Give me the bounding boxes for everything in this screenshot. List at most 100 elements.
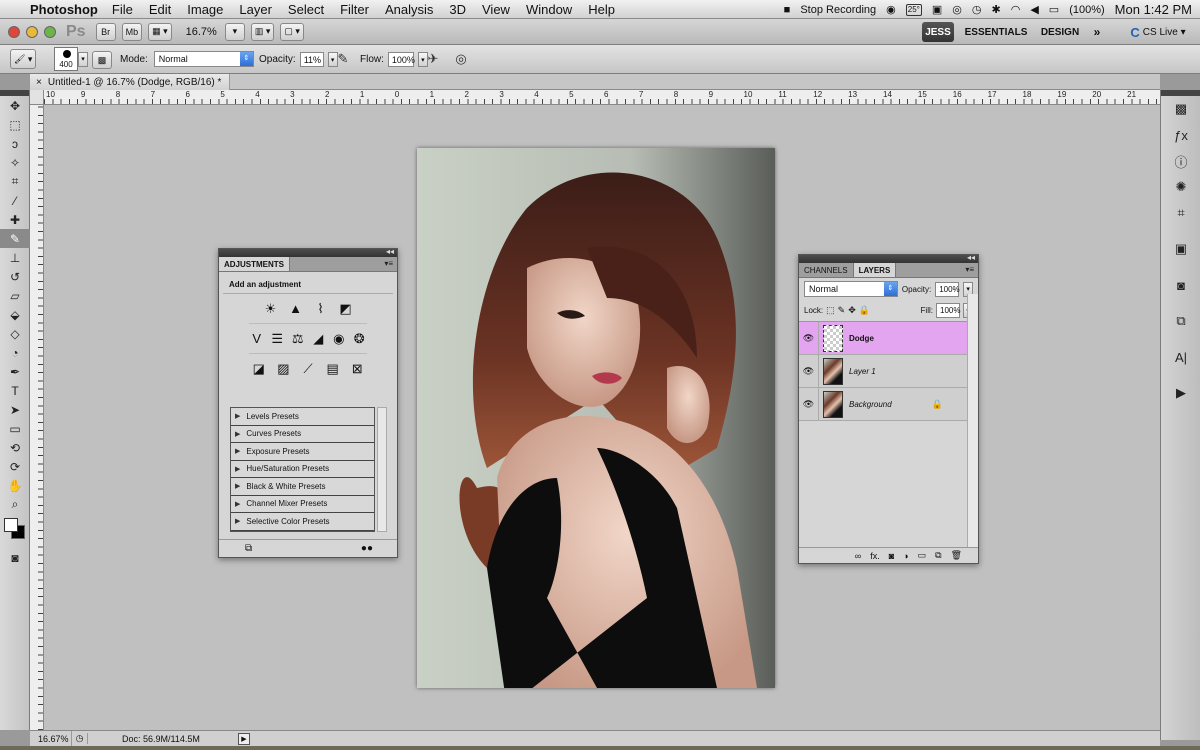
document-tab[interactable]: × Untitled-1 @ 16.7% (Dodge, RGB/16) * bbox=[30, 74, 231, 90]
list-item[interactable]: ▶ Hue/Saturation Presets bbox=[231, 460, 374, 478]
status-menu-arrow-icon[interactable]: ▶ bbox=[238, 732, 250, 745]
brush-tool-preset-icon[interactable]: 🖌 ▾ bbox=[10, 49, 37, 69]
horizontal-ruler[interactable]: 10 9 8 7 6 5 4 3 2 1 0 1 2 3 4 5 6 7 8 9 10 11 12 13 14 15 16 17 18 1… bbox=[44, 90, 1160, 105]
lasso-tool-icon[interactable]: ↄ bbox=[0, 134, 30, 153]
masks-panel-icon[interactable]: ◙ bbox=[1161, 272, 1200, 298]
zoom-field[interactable]: 16.67% bbox=[30, 730, 72, 747]
list-item[interactable]: ▶ Exposure Presets bbox=[231, 443, 374, 461]
mini-bridge-panel-icon[interactable]: ▣ bbox=[1161, 236, 1200, 262]
adjustments-panel-icon[interactable]: ✺ bbox=[1161, 174, 1200, 200]
brightness-contrast-icon[interactable]: ☀ bbox=[261, 300, 281, 318]
volume-icon[interactable]: ◀ bbox=[1030, 3, 1038, 16]
dodge-tool-icon[interactable]: ◔ bbox=[0, 343, 30, 362]
minimize-window-button[interactable] bbox=[26, 25, 38, 38]
layers-panel-titlebar[interactable]: ◂◂ bbox=[799, 253, 978, 263]
new-adjustment-layer-icon[interactable]: ◑ bbox=[903, 551, 908, 561]
brush-panel-toggle[interactable]: ▩ bbox=[92, 51, 118, 69]
new-group-icon[interactable]: ▭ bbox=[918, 550, 927, 561]
view-extras-button[interactable]: ▦ ▾ bbox=[148, 22, 172, 41]
stop-recording-label[interactable]: Stop Recording bbox=[800, 4, 876, 16]
menu-select[interactable]: Select bbox=[288, 2, 324, 17]
selective-color-icon[interactable]: ⊠ bbox=[347, 360, 367, 378]
posterize-icon[interactable]: ▨ bbox=[274, 360, 294, 378]
panel-menu-icon[interactable]: ▾≡ bbox=[384, 259, 393, 268]
levels-icon[interactable]: ▲ bbox=[286, 300, 306, 318]
layer-row-background[interactable]: 👁 Background 🔒 bbox=[799, 387, 967, 421]
tab-layers[interactable]: LAYERS bbox=[852, 263, 897, 277]
menu-file[interactable]: File bbox=[112, 2, 133, 17]
airbrush-icon[interactable]: ✈ bbox=[424, 50, 442, 68]
paint-bucket-tool-icon[interactable]: ⬙ bbox=[0, 305, 30, 324]
document-photo[interactable] bbox=[417, 148, 775, 688]
menu-app-name[interactable]: Photoshop bbox=[30, 2, 98, 17]
color-balance-icon[interactable]: ⚖ bbox=[290, 330, 306, 348]
visibility-eye-icon[interactable]: 👁 bbox=[799, 387, 819, 421]
visibility-toggle-icon[interactable]: ●● bbox=[361, 543, 373, 554]
mini-bridge-button[interactable]: Mb bbox=[121, 22, 143, 41]
menu-help[interactable]: Help bbox=[588, 2, 615, 17]
adjustments-panel-titlebar[interactable]: ◂◂ bbox=[219, 247, 397, 257]
lock-transparent-icon[interactable]: ⬚ bbox=[826, 305, 835, 316]
transform-panel-icon[interactable]: ⌗ bbox=[1161, 200, 1200, 226]
workspace-essentials-button[interactable]: ESSENTIALS bbox=[965, 22, 1028, 42]
hue-saturation-icon[interactable]: ☰ bbox=[270, 330, 286, 348]
invert-icon[interactable]: ◪ bbox=[249, 360, 269, 378]
delete-layer-icon[interactable]: 🗑 bbox=[951, 550, 962, 561]
opacity-pressure-toggle[interactable]: ✎ bbox=[334, 50, 352, 68]
3d-rotate-tool-icon[interactable]: ⟲ bbox=[0, 438, 30, 457]
screen-mode-button[interactable]: ▢ ▾ bbox=[280, 22, 304, 41]
vertical-ruler[interactable] bbox=[30, 105, 44, 730]
eyedropper-tool-icon[interactable]: ⁄ bbox=[0, 191, 30, 210]
marquee-tool-icon[interactable]: ⬚ bbox=[0, 115, 30, 134]
collapse-panel-icon[interactable]: ◂◂ bbox=[386, 247, 394, 256]
history-brush-tool-icon[interactable]: ↺ bbox=[0, 267, 30, 286]
lock-position-icon[interactable]: ✥ bbox=[848, 305, 856, 316]
layer-style-button[interactable]: fx. bbox=[870, 551, 880, 561]
clone-stamp-tool-icon[interactable]: ⊥ bbox=[0, 248, 30, 267]
bridge-button[interactable]: Br bbox=[95, 22, 116, 41]
opacity-input[interactable]: 11% bbox=[299, 52, 324, 67]
layer-row-dodge[interactable]: 👁 Dodge bbox=[799, 321, 967, 355]
menu-edit[interactable]: Edit bbox=[149, 2, 171, 17]
close-window-button[interactable] bbox=[8, 25, 20, 38]
vibrance-icon[interactable]: V bbox=[249, 330, 265, 348]
wifi-icon[interactable]: ◠ bbox=[1011, 3, 1021, 16]
fill-input[interactable]: 100% bbox=[936, 303, 960, 318]
lock-image-icon[interactable]: ✎ bbox=[838, 305, 846, 316]
type-tool-icon[interactable]: T bbox=[0, 381, 30, 400]
bluetooth-icon[interactable]: ✱ bbox=[992, 3, 1001, 16]
menu-window[interactable]: Window bbox=[526, 2, 572, 17]
collapse-panel-icon[interactable]: ◂◂ bbox=[967, 253, 975, 262]
hand-tool-icon[interactable]: ✋ bbox=[0, 476, 30, 495]
panel-menu-icon[interactable]: ▾≡ bbox=[965, 265, 974, 274]
curves-icon[interactable]: ⌇ bbox=[311, 300, 331, 318]
list-item[interactable]: ▶ Curves Presets bbox=[231, 425, 374, 443]
menu-filter[interactable]: Filter bbox=[340, 2, 369, 17]
3d-orbit-tool-icon[interactable]: ⟳ bbox=[0, 457, 30, 476]
tab-channels[interactable]: CHANNELS bbox=[799, 263, 853, 277]
list-item[interactable]: ▶ Selective Color Presets bbox=[231, 513, 374, 531]
add-mask-icon[interactable]: ◙ bbox=[889, 551, 894, 561]
mode-select[interactable]: Normal ⇕ bbox=[153, 51, 254, 67]
rectangle-tool-icon[interactable]: ▭ bbox=[0, 419, 30, 438]
black-white-icon[interactable]: ◢ bbox=[311, 330, 327, 348]
airbrush-toggle[interactable]: ✈ bbox=[424, 50, 442, 68]
eraser-tool-icon[interactable]: ▱ bbox=[0, 286, 30, 305]
path-selection-tool-icon[interactable]: ➤ bbox=[0, 400, 30, 419]
cs-live-button[interactable]: C CS Live ▾ bbox=[1122, 22, 1194, 42]
threshold-icon[interactable]: ⟋ bbox=[298, 360, 318, 378]
tab-adjustments[interactable]: ADJUSTMENTS bbox=[219, 257, 291, 271]
menu-layer[interactable]: Layer bbox=[239, 2, 272, 17]
brush-panel-toggle-icon[interactable]: ▩ bbox=[92, 51, 112, 69]
blur-tool-icon[interactable]: ◇ bbox=[0, 324, 30, 343]
gradient-map-icon[interactable]: ▤ bbox=[323, 360, 343, 378]
zoom-level-dropdown[interactable]: 16.7% bbox=[186, 26, 217, 38]
list-item[interactable]: ▶ Levels Presets bbox=[231, 408, 374, 426]
blend-mode-select[interactable]: Normal ⇕ bbox=[804, 281, 898, 297]
move-tool-icon[interactable]: ✥ bbox=[0, 96, 30, 115]
zoom-window-button[interactable] bbox=[44, 25, 56, 38]
layer-row-layer-1[interactable]: 👁 Layer 1 bbox=[799, 354, 967, 388]
visibility-eye-icon[interactable]: 👁 bbox=[799, 354, 819, 388]
link-layers-icon[interactable]: ∞ bbox=[855, 551, 861, 561]
character-panel-icon[interactable]: A| bbox=[1161, 344, 1200, 370]
